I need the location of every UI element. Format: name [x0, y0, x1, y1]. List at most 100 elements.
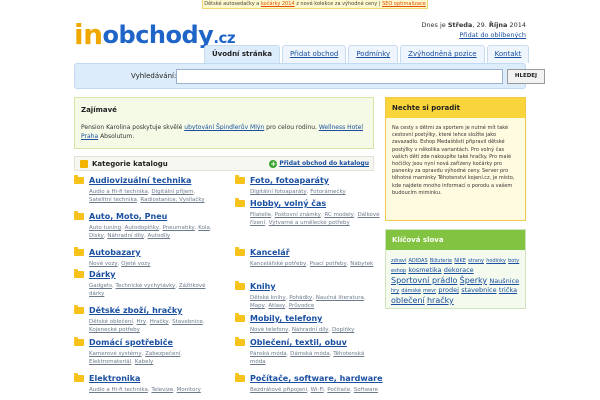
- keyword-tag[interactable]: hračky: [427, 296, 454, 305]
- subcategory-link[interactable]: Náhradní díly: [107, 233, 144, 239]
- subcategory-link[interactable]: Dámská móda: [290, 351, 330, 357]
- category-link[interactable]: Dětské zboží, hračky: [89, 306, 182, 316]
- keyword-tag[interactable]: Šperky: [460, 276, 487, 285]
- keyword-tag[interactable]: mevr: [423, 288, 436, 294]
- subcategory-link[interactable]: Nábytek: [350, 261, 373, 267]
- subcategory-link[interactable]: Ojeté vozy: [121, 261, 150, 267]
- keyword-tag[interactable]: Sportovní prádlo: [391, 276, 457, 285]
- category-link[interactable]: Dárky: [89, 270, 116, 280]
- subcategory-link[interactable]: Bezdrátové připojení: [250, 387, 307, 393]
- subcategory-link[interactable]: Autodíly: [148, 233, 171, 239]
- subcategory-link[interactable]: Výtvarné a umělecké potřeby: [269, 220, 350, 226]
- subcategory-link[interactable]: Elektromateriál: [89, 359, 131, 365]
- keyword-tag[interactable]: dámské: [401, 288, 421, 294]
- subcategory-link[interactable]: Audio a Hi-fi technika: [89, 387, 148, 393]
- subcategory-link[interactable]: Naučná literatura: [316, 295, 364, 301]
- subcategory-link[interactable]: Dětské oblečení: [89, 319, 133, 325]
- keyword-tag[interactable]: hodinky: [486, 258, 506, 264]
- subcategory-link[interactable]: Digitální přijem: [151, 189, 193, 195]
- subcategory-link[interactable]: Průvodce: [289, 303, 315, 309]
- subcategory-link[interactable]: Pneumatiky: [163, 225, 195, 231]
- subcategory-link[interactable]: Hry: [136, 319, 146, 325]
- subcategory-link[interactable]: Stavebnice: [172, 319, 203, 325]
- subcategory-link[interactable]: Monitory: [177, 387, 201, 393]
- promo-link-seo[interactable]: SEO optimalizace: [382, 1, 426, 7]
- category-link[interactable]: Audiovizuální technika: [89, 176, 191, 186]
- subcategory-link[interactable]: Fotorámečky: [310, 189, 346, 195]
- subcategory-link[interactable]: Kola: [198, 225, 210, 231]
- keyword-tag[interactable]: hry: [391, 288, 399, 294]
- category-link[interactable]: Kancelář: [250, 248, 290, 258]
- keyword-tag[interactable]: Naušnice: [489, 277, 519, 285]
- category-link[interactable]: Foto, fotoaparáty: [250, 176, 329, 186]
- keyword-tag[interactable]: eshop: [391, 268, 406, 274]
- subcategory-link[interactable]: Kancelářské potřeby: [250, 261, 306, 267]
- subcategory-link[interactable]: Kojenecké potřeby: [89, 327, 140, 333]
- category-link[interactable]: Domácí spotřebiče: [89, 338, 173, 348]
- subcategory-link[interactable]: Satelitní technika: [89, 197, 137, 203]
- subcategory-link[interactable]: Kamerové systémy: [89, 351, 142, 357]
- subcategory-link[interactable]: Hračky: [150, 319, 169, 325]
- subcategory-link[interactable]: Software: [354, 387, 378, 393]
- subcategory-link[interactable]: Filatelie: [250, 212, 271, 218]
- subcategory-link[interactable]: Nové vozy: [89, 261, 118, 267]
- category-link[interactable]: Auto, Moto, Pneu: [89, 212, 167, 222]
- subcategory-link[interactable]: Wi-Fi: [311, 387, 324, 393]
- search-input[interactable]: [176, 69, 503, 84]
- keyword-tag[interactable]: ADIDAS: [409, 258, 428, 264]
- category-link[interactable]: Hobby, volný čas: [250, 199, 326, 209]
- keyword-tag[interactable]: kosmetika: [408, 266, 441, 274]
- subcategory-link[interactable]: Auto tuning: [89, 225, 121, 231]
- tab-terms[interactable]: Podmínky: [348, 45, 399, 63]
- folder-icon: [235, 337, 245, 346]
- subcategory-link[interactable]: Doplňky: [332, 327, 354, 333]
- subcategory-link[interactable]: Psací potřeby: [310, 261, 347, 267]
- subcategory-link[interactable]: Zabezpečení: [145, 351, 180, 357]
- subcategory-link[interactable]: RC modely: [324, 212, 354, 218]
- subcategory-link[interactable]: Náhradní díly: [292, 327, 329, 333]
- category-link[interactable]: Mobily, telefony: [250, 314, 322, 324]
- subcategory-link[interactable]: Gadgets: [89, 283, 112, 289]
- keyword-tag[interactable]: trička: [499, 286, 517, 294]
- subcategory-link[interactable]: Kabely: [135, 359, 154, 365]
- category-link[interactable]: Elektronika: [89, 374, 140, 384]
- category-link[interactable]: Počítače, software, hardware: [250, 374, 383, 384]
- subcategory-link[interactable]: Počítače: [327, 387, 350, 393]
- subcategory-link[interactable]: Autodoplňky: [125, 225, 159, 231]
- tab-contact[interactable]: Kontakt: [486, 45, 530, 63]
- subcategory-link[interactable]: Technické vychytávky: [116, 283, 176, 289]
- tab-featured[interactable]: Zvýhodněná pozice: [400, 45, 485, 63]
- link-ubytovani[interactable]: ubytování Špindlerův Mlýn: [184, 124, 264, 131]
- keyword-tag[interactable]: strany: [468, 258, 484, 264]
- add-shop-label[interactable]: Přidat obchod do katalogu: [279, 160, 369, 167]
- add-favorites-link[interactable]: Přidat do oblíbených: [459, 31, 526, 39]
- subcategory-link[interactable]: Digitální fotoaparáty: [250, 189, 307, 195]
- subcategory-link[interactable]: Radiostanice, Vysílačky: [140, 197, 204, 203]
- keyword-tag[interactable]: prodej: [438, 286, 459, 294]
- tab-home[interactable]: Úvodní stránka: [204, 45, 280, 63]
- keyword-tag[interactable]: zdraví: [391, 258, 406, 264]
- tab-add-shop[interactable]: Přidat obchod: [281, 45, 347, 63]
- keyword-tag[interactable]: stavebnice: [461, 286, 496, 294]
- category-link[interactable]: Autobazary: [89, 248, 141, 258]
- subcategory-link[interactable]: Audio a Hi-fi technika: [89, 189, 148, 195]
- search-button[interactable]: HLEDEJ: [507, 69, 545, 84]
- category-link[interactable]: Knihy: [250, 282, 276, 292]
- subcategory-link[interactable]: Televize: [151, 387, 173, 393]
- subcategory-link[interactable]: Dětské knihy: [250, 295, 286, 301]
- category-link[interactable]: Oblečení, textil, obuv: [250, 338, 347, 348]
- subcategory-link[interactable]: Poštovní známky: [275, 212, 321, 218]
- subcategory-link[interactable]: Disky: [89, 233, 104, 239]
- add-shop-link[interactable]: + Přidat obchod do katalogu: [269, 160, 369, 168]
- keyword-tag[interactable]: boty: [508, 258, 519, 264]
- subcategory-link[interactable]: Nové telefony: [250, 327, 288, 333]
- subcategory-link[interactable]: Pohádky: [289, 295, 312, 301]
- keyword-tag[interactable]: Bižuterie: [430, 258, 452, 264]
- promo-link-strollers[interactable]: kočárky 2014: [261, 1, 295, 7]
- subcategory-link[interactable]: Pánská móda: [250, 351, 287, 357]
- keyword-tag[interactable]: dekorace: [444, 266, 474, 274]
- keyword-tag[interactable]: NIKE: [454, 258, 466, 264]
- subcategory-link[interactable]: Mapy: [250, 303, 265, 309]
- subcategory-link[interactable]: Atlasy: [268, 303, 285, 309]
- keyword-tag[interactable]: oblečení: [391, 296, 425, 305]
